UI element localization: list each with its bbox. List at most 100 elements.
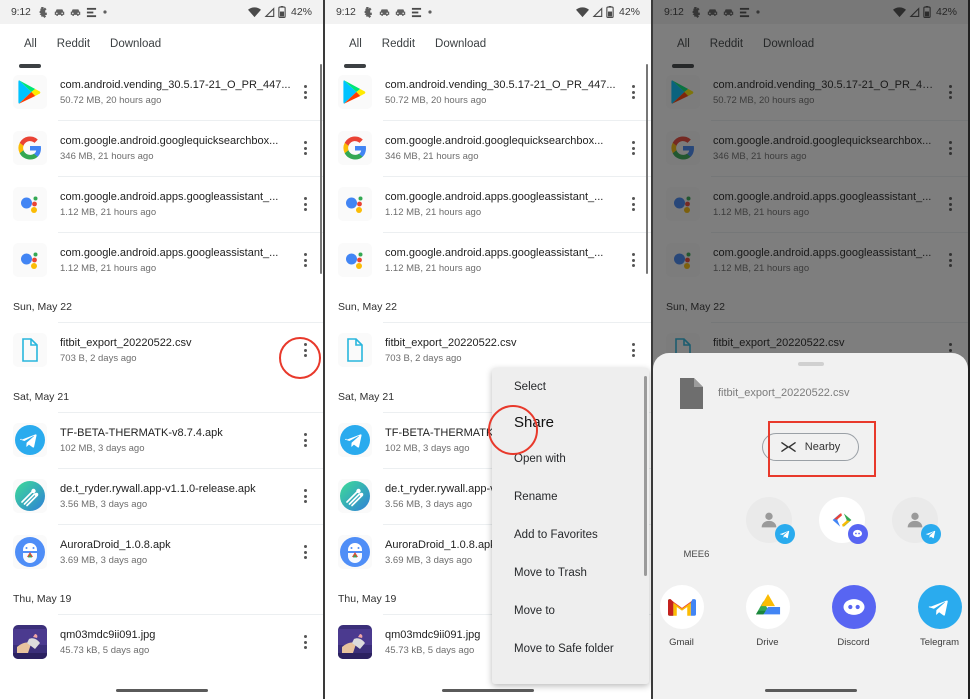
- overflow-menu-icon[interactable]: [293, 532, 317, 572]
- list-item[interactable]: com.google.android.apps.googleassistant_…: [325, 232, 651, 288]
- contact-suggestion[interactable]: [818, 496, 868, 544]
- file-meta: 346 MB, 21 hours ago: [385, 151, 479, 162]
- file-meta: 1.12 MB, 21 hours ago: [60, 207, 157, 218]
- list-item-text: com.google.android.apps.googleassistant_…: [47, 246, 293, 274]
- panel-share-sheet: 9:12 42% All Reddit Download: [653, 0, 968, 699]
- list-item[interactable]: com.android.vending_30.5.17-21_O_PR_447.…: [0, 64, 323, 120]
- tab-bar: All Reddit Download: [0, 24, 323, 64]
- discord-icon: [831, 584, 876, 629]
- list-item[interactable]: com.google.android.googlequicksearchbox.…: [0, 120, 323, 176]
- google-icon: [338, 131, 372, 165]
- list-item-text: com.google.android.googlequicksearchbox.…: [372, 134, 621, 162]
- date-header: Thu, May 19: [13, 593, 72, 605]
- file-name: com.google.android.googlequicksearchbox.…: [385, 135, 604, 147]
- menu-scrollbar[interactable]: [644, 376, 647, 576]
- telegram-icon: [917, 584, 962, 629]
- app-notification-icon: [38, 6, 47, 18]
- play-store-icon: [13, 75, 47, 109]
- menu-item-move-to[interactable]: Move to: [492, 592, 649, 630]
- share-target-drive[interactable]: Drive: [742, 584, 794, 648]
- vertical-scrollbar[interactable]: [645, 64, 648, 274]
- menu-item-move-to-safe-folder[interactable]: Move to Safe folder: [492, 630, 649, 668]
- list-item[interactable]: TF-BETA-THERMATK-v8.7.4.apk 102 MB, 3 da…: [0, 412, 323, 468]
- share-target-discord[interactable]: Discord: [828, 584, 880, 648]
- list-item[interactable]: com.google.android.googlequicksearchbox.…: [325, 120, 651, 176]
- overflow-menu-icon[interactable]: [293, 128, 317, 168]
- battery-icon: [278, 6, 286, 18]
- list-item-text: TF-BETA-THERMATK-v8.7.4.apk 102 MB, 3 da…: [47, 426, 293, 454]
- overflow-menu-icon[interactable]: [293, 240, 317, 280]
- tab-download[interactable]: Download: [100, 24, 171, 64]
- list-item[interactable]: de.t_ryder.rywall.app-v1.1.0-release.apk…: [0, 468, 323, 524]
- menu-item-move-to-trash[interactable]: Move to Trash: [492, 554, 649, 592]
- list-notification-icon: [411, 7, 421, 17]
- share-target-telegram[interactable]: Telegram: [914, 584, 966, 648]
- google-drive-icon: [745, 584, 790, 629]
- list-item[interactable]: AuroraDroid_1.0.8.apk 3.69 MB, 3 days ag…: [0, 524, 323, 580]
- overflow-menu-icon[interactable]: [621, 72, 645, 112]
- overflow-menu-icon[interactable]: [621, 330, 645, 370]
- file-context-menu: Select Share Open with Rename Add to Fav…: [492, 368, 649, 684]
- list-item[interactable]: com.google.android.apps.googleassistant_…: [0, 232, 323, 288]
- tab-download[interactable]: Download: [425, 24, 496, 64]
- telegram-badge-icon: [774, 523, 795, 544]
- list-item[interactable]: com.google.android.apps.googleassistant_…: [0, 176, 323, 232]
- list-item-text: com.google.android.apps.googleassistant_…: [372, 246, 621, 274]
- overflow-menu-icon[interactable]: [293, 330, 317, 370]
- overflow-menu-icon[interactable]: [293, 476, 317, 516]
- wifi-icon: [575, 6, 589, 17]
- menu-item-add-to-favorites[interactable]: Add to Favorites: [492, 516, 649, 554]
- share-target-gmail[interactable]: Gmail: [656, 584, 708, 648]
- file-meta: 703 B, 2 days ago: [385, 353, 462, 364]
- contact-suggestion[interactable]: MEE6: [684, 496, 795, 560]
- discord-badge-icon: [847, 523, 868, 544]
- file-name: fitbit_export_20220522.csv: [385, 337, 517, 349]
- overflow-menu-icon[interactable]: [293, 184, 317, 224]
- battery-icon: [606, 6, 614, 18]
- file-name: TF-BETA-THERMATK-v8.7.4.apk: [60, 427, 223, 439]
- file-name: com.google.android.googlequicksearchbox.…: [60, 135, 279, 147]
- nearby-share-button[interactable]: Nearby: [761, 432, 860, 461]
- list-item[interactable]: com.android.vending_30.5.17-21_O_PR_447.…: [325, 64, 651, 120]
- app-notification-icon: [363, 6, 372, 18]
- nearby-share-icon: [781, 441, 796, 452]
- google-icon: [13, 131, 47, 165]
- battery-percentage: 42%: [290, 6, 312, 18]
- telegram-icon: [13, 423, 47, 457]
- file-meta: 703 B, 2 days ago: [60, 353, 137, 364]
- list-item[interactable]: fitbit_export_20220522.csv 703 B, 2 days…: [0, 322, 323, 378]
- contact-suggestion[interactable]: [891, 496, 941, 544]
- menu-item-select[interactable]: Select: [492, 368, 649, 406]
- tab-all[interactable]: All: [14, 24, 47, 64]
- share-sheet: fitbit_export_20220522.csv Nearby MEE6 G…: [653, 353, 968, 699]
- overflow-menu-icon[interactable]: [293, 420, 317, 460]
- file-name: AuroraDroid_1.0.8.apk: [60, 539, 171, 551]
- file-name: com.google.android.apps.googleassistant_…: [385, 247, 604, 259]
- tab-all[interactable]: All: [339, 24, 372, 64]
- list-notification-icon: [86, 7, 96, 17]
- tab-reddit[interactable]: Reddit: [47, 24, 100, 64]
- panel-file-list: 9:12 42% All Reddit Download com.android…: [0, 0, 323, 699]
- file-meta: 1.12 MB, 21 hours ago: [385, 207, 482, 218]
- overflow-menu-icon[interactable]: [621, 240, 645, 280]
- menu-item-open-with[interactable]: Open with: [492, 440, 649, 478]
- file-name: com.google.android.apps.googleassistant_…: [60, 247, 279, 259]
- list-item-text: qm03mdc9ii091.jpg 45.73 kB, 5 days ago: [47, 628, 293, 656]
- menu-item-share[interactable]: Share: [492, 406, 649, 440]
- overflow-menu-icon[interactable]: [621, 128, 645, 168]
- suggested-contacts-row: MEE6: [653, 496, 968, 560]
- avatar: [818, 496, 868, 544]
- auroradroid-icon: [338, 535, 372, 569]
- status-bar-time: 9:12: [11, 6, 31, 18]
- overflow-menu-icon[interactable]: [293, 622, 317, 662]
- shared-file-name: fitbit_export_20220522.csv: [718, 387, 850, 399]
- tab-reddit[interactable]: Reddit: [372, 24, 425, 64]
- menu-item-rename[interactable]: Rename: [492, 478, 649, 516]
- list-item[interactable]: qm03mdc9ii091.jpg 45.73 kB, 5 days ago: [0, 614, 323, 670]
- overflow-menu-icon[interactable]: [621, 184, 645, 224]
- list-item[interactable]: com.google.android.apps.googleassistant_…: [325, 176, 651, 232]
- file-name: qm03mdc9ii091.jpg: [60, 629, 156, 641]
- vertical-scrollbar[interactable]: [319, 64, 322, 274]
- panel-context-menu: 9:12 42% All Reddit Download com.android…: [323, 0, 653, 699]
- overflow-menu-icon[interactable]: [293, 72, 317, 112]
